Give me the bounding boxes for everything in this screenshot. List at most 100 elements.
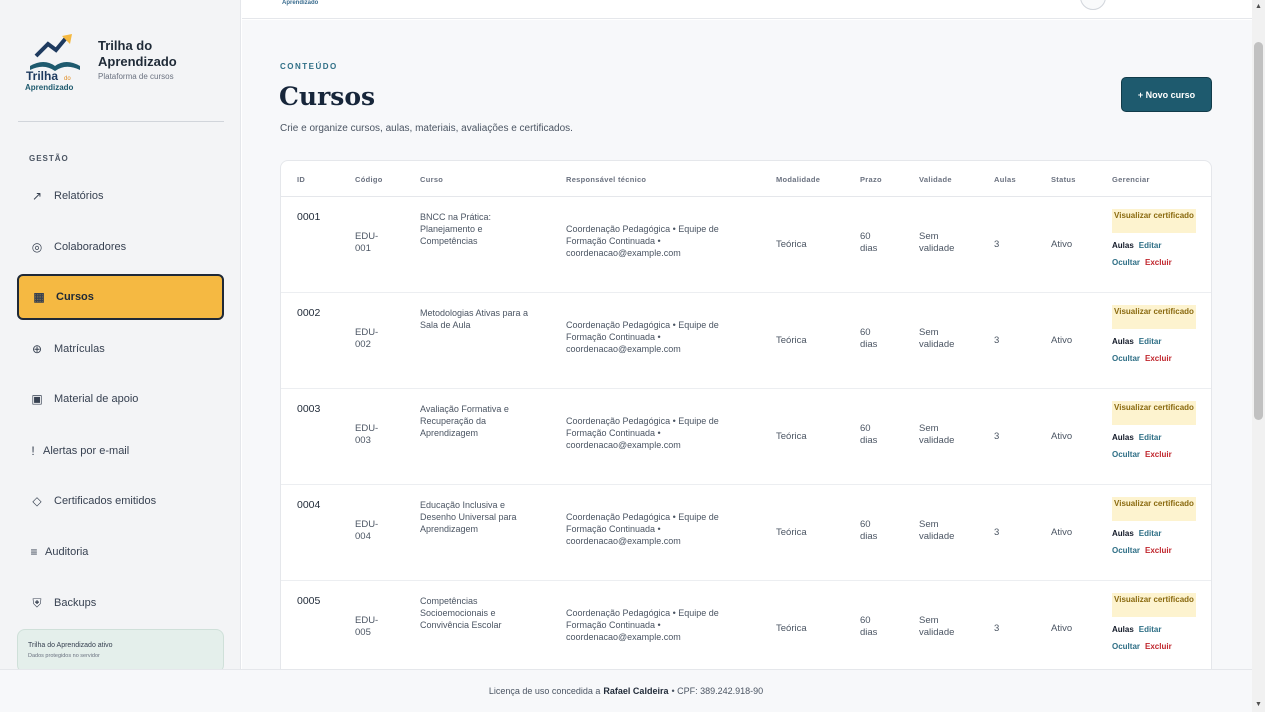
delete-link[interactable]: Excluir <box>1145 450 1172 459</box>
svg-text:Aprendizado: Aprendizado <box>25 83 74 92</box>
row-id: 0005 <box>297 595 321 607</box>
column-header-modality[interactable]: Modalidade <box>776 175 820 184</box>
row-id: 0001 <box>297 211 321 223</box>
row-deadline: 60 dias <box>860 519 878 542</box>
row-validity: Sem validade <box>919 327 955 350</box>
logo-icon: Trilha do Aprendizado <box>25 34 80 92</box>
exclamation-icon: ! <box>31 444 35 458</box>
column-header-course[interactable]: Curso <box>420 175 443 184</box>
delete-link[interactable]: Excluir <box>1145 354 1172 363</box>
row-modality: Teórica <box>776 623 807 634</box>
target-icon: ◎ <box>31 240 43 254</box>
brand-title: Trilha do Aprendizado <box>98 38 177 69</box>
sidebar-item-backups[interactable]: ⛨ Backups <box>17 580 224 626</box>
row-id: 0004 <box>297 499 321 511</box>
edit-link[interactable]: Editar <box>1139 529 1162 538</box>
row-id: 0002 <box>297 307 321 319</box>
delete-link[interactable]: Excluir <box>1145 642 1172 651</box>
row-modality: Teórica <box>776 527 807 538</box>
row-status: Ativo <box>1051 335 1073 346</box>
avatar[interactable] <box>1080 0 1106 10</box>
sidebar-item-alertas[interactable]: ! Alertas por e-mail <box>17 428 224 474</box>
new-course-button[interactable]: + Novo curso <box>1121 77 1212 112</box>
lessons-link[interactable]: Aulas <box>1112 433 1134 442</box>
row-deadline: 60 dias <box>860 231 878 254</box>
column-header-id[interactable]: ID <box>297 175 305 184</box>
sidebar-item-relatorios[interactable]: ↗ Relatórios <box>17 173 224 219</box>
sidebar-item-label: Auditoria <box>45 546 89 558</box>
row-lessons: 3 <box>994 623 1000 634</box>
hide-link[interactable]: Ocultar <box>1112 642 1140 651</box>
sidebar-item-label: Backups <box>54 597 97 609</box>
column-header-validity[interactable]: Validade <box>919 175 952 184</box>
row-deadline: 60 dias <box>860 327 878 350</box>
main-content: CONTEÚDO Cursos Crie e organize cursos, … <box>242 20 1252 669</box>
brand[interactable]: Trilha do Aprendizado Trilha do Aprendiz… <box>20 28 230 98</box>
lessons-link[interactable]: Aulas <box>1112 625 1134 634</box>
page-eyebrow: CONTEÚDO <box>280 62 338 71</box>
delete-link[interactable]: Excluir <box>1145 546 1172 555</box>
sidebar-item-matriculas[interactable]: ⊕ Matrículas <box>17 326 224 372</box>
sidebar-item-certificados[interactable]: ◇ Certificados emitidos <box>17 478 224 524</box>
hide-link[interactable]: Ocultar <box>1112 546 1140 555</box>
square-icon: ▣ <box>31 392 43 406</box>
view-certificate-button[interactable]: Visualizar certificado <box>1112 497 1196 521</box>
hide-link[interactable]: Ocultar <box>1112 450 1140 459</box>
edit-link[interactable]: Editar <box>1139 337 1162 346</box>
hide-link[interactable]: Ocultar <box>1112 354 1140 363</box>
courses-table: ID Código Curso Responsável técnico Moda… <box>280 160 1212 669</box>
table-header: ID Código Curso Responsável técnico Moda… <box>281 161 1211 197</box>
row-status: Ativo <box>1051 623 1073 634</box>
row-code: EDU-005 <box>355 615 379 638</box>
column-header-responsible[interactable]: Responsável técnico <box>566 175 646 184</box>
row-course: BNCC na Prática: Planejamento e Competên… <box>420 212 492 246</box>
column-header-lessons[interactable]: Aulas <box>994 175 1016 184</box>
row-responsible: Coordenação Pedagógica • Equipe de Forma… <box>566 416 719 450</box>
page-title: Cursos <box>279 82 376 111</box>
sidebar-item-material[interactable]: ▣ Material de apoio <box>17 376 224 422</box>
row-actions: Visualizar certificado Aulas Editar Ocult… <box>1112 209 1198 267</box>
view-certificate-button[interactable]: Visualizar certificado <box>1112 593 1196 617</box>
edit-link[interactable]: Editar <box>1139 433 1162 442</box>
view-certificate-button[interactable]: Visualizar certificado <box>1112 209 1196 233</box>
sidebar-item-label: Colaboradores <box>54 241 127 253</box>
header-brand[interactable]: Aprendizado <box>282 0 318 6</box>
row-responsible: Coordenação Pedagógica • Equipe de Forma… <box>566 320 719 354</box>
lessons-link[interactable]: Aulas <box>1112 241 1134 250</box>
footer-prefix: Licença de uso concedida a <box>488 686 601 696</box>
column-header-status[interactable]: Status <box>1051 175 1076 184</box>
sidebar-item-label: Certificados emitidos <box>54 495 157 507</box>
view-certificate-button[interactable]: Visualizar certificado <box>1112 305 1196 329</box>
row-code: EDU-001 <box>355 231 379 254</box>
row-actions: Visualizar certificado Aulas Editar Ocult… <box>1112 305 1198 363</box>
edit-link[interactable]: Editar <box>1139 241 1162 250</box>
row-modality: Teórica <box>776 431 807 442</box>
column-header-code[interactable]: Código <box>355 175 383 184</box>
sidebar-item-cursos[interactable]: ▦ Cursos <box>17 274 224 320</box>
edit-link[interactable]: Editar <box>1139 625 1162 634</box>
brand-subtitle: Plataforma de cursos <box>98 72 174 81</box>
lessons-link[interactable]: Aulas <box>1112 529 1134 538</box>
row-lessons: 3 <box>994 335 1000 346</box>
page-scrollbar[interactable]: ▲ ▼ <box>1252 0 1265 712</box>
shield-icon: ⛨ <box>32 595 42 610</box>
hide-link[interactable]: Ocultar <box>1112 258 1140 267</box>
row-responsible: Coordenação Pedagógica • Equipe de Forma… <box>566 224 719 258</box>
view-certificate-button[interactable]: Visualizar certificado <box>1112 401 1196 425</box>
system-status-card: Trilha do Aprendizado ativo Dados proteg… <box>17 629 224 673</box>
scroll-thumb[interactable] <box>1254 42 1263 420</box>
row-lessons: 3 <box>994 431 1000 442</box>
delete-link[interactable]: Excluir <box>1145 258 1172 267</box>
column-header-deadline[interactable]: Prazo <box>860 175 882 184</box>
row-status: Ativo <box>1051 239 1073 250</box>
sidebar-item-colaboradores[interactable]: ◎ Colaboradores <box>17 224 224 270</box>
scroll-up-icon[interactable]: ▲ <box>1254 2 1263 12</box>
lessons-link[interactable]: Aulas <box>1112 337 1134 346</box>
row-validity: Sem validade <box>919 519 955 542</box>
scroll-down-icon[interactable]: ▼ <box>1254 700 1263 710</box>
sidebar-item-auditoria[interactable]: ≡ Auditoria <box>17 529 224 575</box>
row-course: Educação Inclusiva e Desenho Universal p… <box>420 500 517 534</box>
row-code: EDU-002 <box>355 327 379 350</box>
row-course: Metodologias Ativas para a Sala de Aula <box>420 308 529 330</box>
table-row: 0004 EDU-004 Educação Inclusiva e Desenh… <box>281 485 1211 581</box>
